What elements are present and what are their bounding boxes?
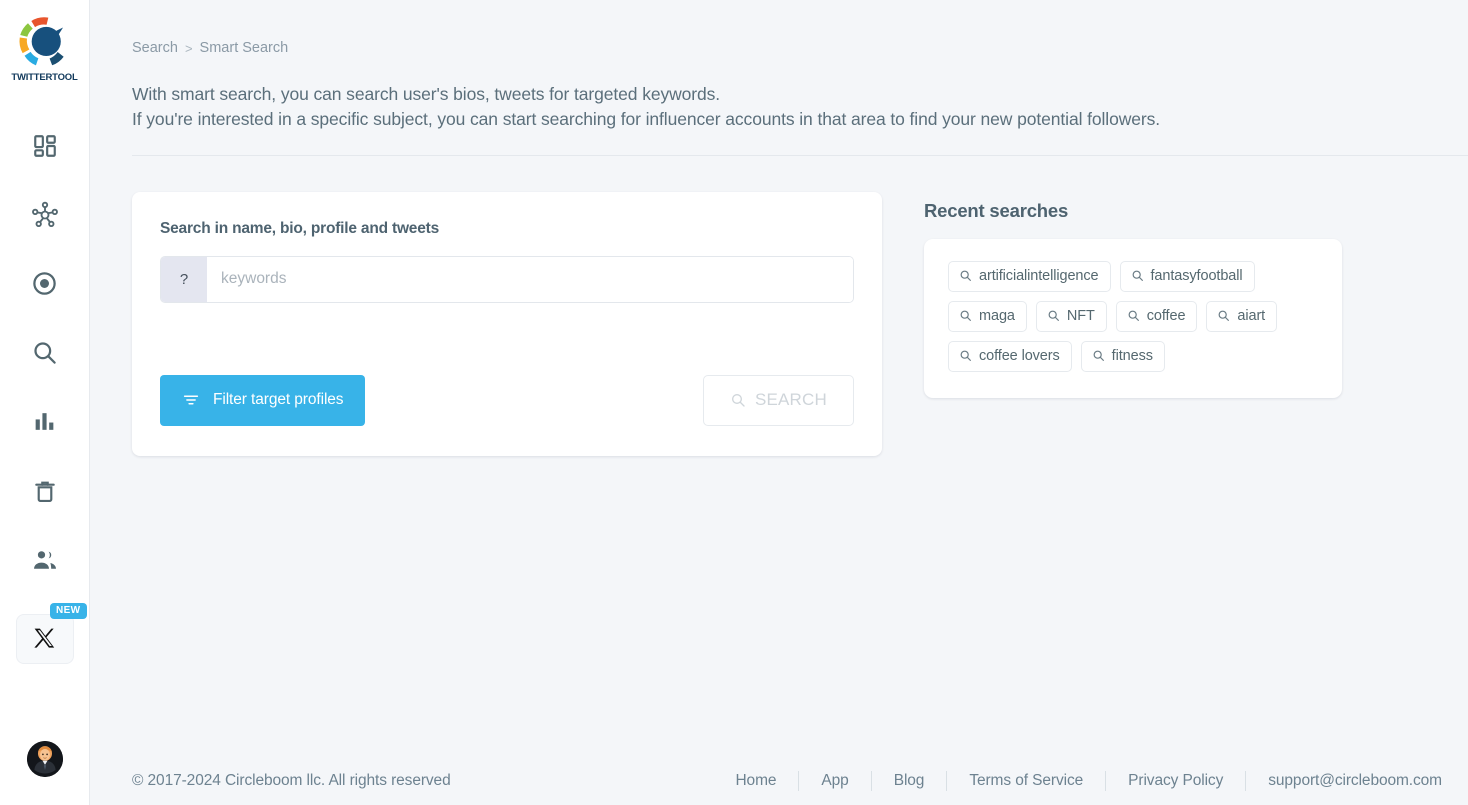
- recent-searches-title: Recent searches: [924, 199, 1069, 221]
- footer-link[interactable]: Privacy Policy: [1106, 772, 1245, 790]
- breadcrumb-separator-icon: >: [184, 40, 193, 56]
- search-icon: [34, 342, 56, 364]
- footer-links: Home App Blog Terms of Service Privacy Polic…: [713, 771, 1442, 791]
- sidebar-item-x-twitter[interactable]: NEW: [15, 603, 87, 664]
- intro-line-2: If you're interested in a specific subje…: [132, 109, 1161, 130]
- recent-search-tag-label: aiart: [1237, 307, 1266, 324]
- search-icon: [1093, 350, 1104, 362]
- recent-search-tag[interactable]: fantasyfootball: [1119, 260, 1255, 292]
- sidebar-item-cleanup[interactable]: [0, 456, 89, 525]
- search-card-actions: Filter target profiles SEARCH: [160, 374, 854, 426]
- sidebar-item-target[interactable]: [0, 249, 89, 318]
- footer-link[interactable]: App: [799, 772, 870, 790]
- recent-search-tag-label: maga: [979, 307, 1015, 324]
- sidebar-item-network[interactable]: [0, 180, 89, 249]
- recent-search-tag-label: fitness: [1111, 347, 1153, 364]
- search-icon: [1132, 270, 1143, 282]
- filter-icon: [183, 395, 199, 405]
- recent-search-tag-label: artificialintelligence: [979, 267, 1099, 284]
- recent-searches-card: artificialintelligence fantasyfootball mag…: [924, 238, 1342, 398]
- recent-search-tag-label: coffee: [1146, 307, 1186, 324]
- new-badge: NEW: [49, 603, 87, 619]
- search-icon: [1048, 310, 1059, 322]
- recent-search-tag-label: NFT: [1066, 307, 1095, 324]
- recent-search-tag[interactable]: artificialintelligence: [948, 260, 1111, 292]
- footer-copyright: © 2017-2024 Circleboom llc. All rights r…: [132, 772, 451, 789]
- filter-button-label: Filter target profiles: [213, 391, 344, 409]
- search-icon: [1128, 310, 1139, 322]
- search-icon: [960, 270, 971, 282]
- user-avatar[interactable]: [26, 741, 63, 777]
- sidebar-item-search[interactable]: [0, 318, 89, 387]
- app-root: TWITTERTOOL NEW Search > Smart Search Wi…: [0, 0, 1468, 805]
- recent-search-tag[interactable]: coffee lovers: [948, 340, 1072, 372]
- footer-link[interactable]: Blog: [872, 772, 947, 790]
- recent-searches-section: Recent searches artificialintelligence fa…: [924, 192, 1468, 398]
- search-card-title: Search in name, bio, profile and tweets: [160, 219, 440, 237]
- x-logo-icon: [33, 628, 54, 648]
- grid-dashboard-icon: [33, 134, 56, 157]
- breadcrumb-current: Smart Search: [199, 40, 289, 56]
- recent-search-tag[interactable]: fitness: [1080, 340, 1165, 372]
- footer-link[interactable]: Home: [713, 772, 798, 790]
- search-icon: [960, 350, 971, 362]
- trash-icon: [34, 481, 55, 502]
- footer-link[interactable]: Terms of Service: [947, 772, 1105, 790]
- footer-link[interactable]: support@circleboom.com: [1246, 772, 1442, 790]
- search-icon: [1218, 310, 1230, 322]
- recent-search-tags: artificialintelligence fantasyfootball mag…: [948, 260, 1318, 372]
- sidebar-item-dashboard[interactable]: [0, 111, 89, 180]
- search-button-label: SEARCH: [754, 390, 827, 410]
- search-button[interactable]: SEARCH: [702, 374, 854, 426]
- content-row: Search in name, bio, profile and tweets …: [90, 156, 1468, 456]
- sidebar-item-accounts[interactable]: [0, 525, 89, 594]
- breadcrumb-root[interactable]: Search: [132, 40, 178, 56]
- search-card: Search in name, bio, profile and tweets …: [132, 191, 882, 456]
- search-icon: [960, 310, 971, 322]
- network-share-icon: [31, 201, 58, 227]
- recent-search-tag[interactable]: coffee: [1115, 300, 1198, 332]
- search-icon: [731, 394, 745, 407]
- bar-chart-icon: [35, 413, 54, 430]
- target-circle-icon: [33, 272, 56, 295]
- brand-name: TWITTERTOOL: [11, 72, 78, 83]
- sidebar-item-analytics[interactable]: [0, 387, 89, 456]
- recent-search-tag[interactable]: NFT: [1035, 300, 1107, 332]
- recent-search-tag[interactable]: maga: [948, 300, 1027, 332]
- avatar-image: [26, 741, 63, 777]
- breadcrumb: Search > Smart Search: [90, 0, 1468, 56]
- filter-target-profiles-button[interactable]: Filter target profiles: [160, 374, 366, 426]
- footer: © 2017-2024 Circleboom llc. All rights r…: [132, 771, 1442, 791]
- intro-line-1: With smart search, you can search user's…: [132, 84, 721, 104]
- users-icon: [33, 550, 56, 569]
- recent-search-tag-label: fantasyfootball: [1150, 267, 1243, 284]
- keywords-input-group: ?: [160, 255, 854, 303]
- twittertool-logo-icon: [19, 17, 65, 66]
- help-question-icon[interactable]: ?: [161, 256, 207, 302]
- page-intro: With smart search, you can search user's…: [90, 56, 1468, 133]
- main-content: Search > Smart Search With smart search,…: [90, 0, 1468, 805]
- brand-logo[interactable]: TWITTERTOOL: [11, 14, 78, 83]
- sidebar: TWITTERTOOL NEW: [0, 0, 90, 805]
- recent-search-tag[interactable]: aiart: [1206, 300, 1278, 332]
- sidebar-nav: NEW: [0, 111, 89, 664]
- keywords-input[interactable]: [207, 256, 853, 302]
- recent-search-tag-label: coffee lovers: [979, 347, 1060, 364]
